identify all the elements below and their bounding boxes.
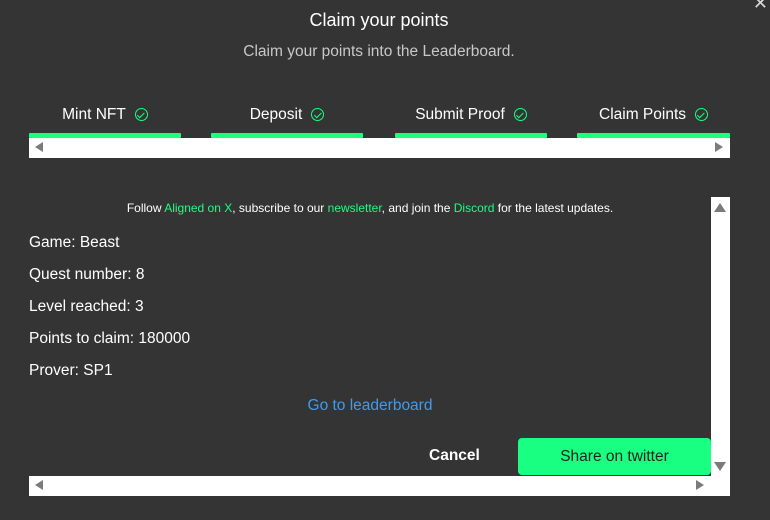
step-label: Mint NFT: [62, 106, 126, 123]
aligned-on-x-link[interactable]: Aligned on X: [164, 201, 232, 215]
content-vertical-scrollbar[interactable]: [711, 197, 730, 476]
scroll-down-icon[interactable]: [714, 462, 726, 471]
scroll-left-icon[interactable]: [35, 480, 43, 490]
share-on-twitter-button[interactable]: Share on twitter: [518, 438, 711, 475]
check-circle-icon: [695, 108, 708, 121]
points-to-claim-info: Points to claim: 180000: [29, 330, 191, 347]
follow-text: for the latest updates.: [494, 201, 614, 215]
game-info: Game: Beast: [29, 234, 120, 251]
step-submit-proof: Submit Proof: [395, 100, 547, 138]
quest-number-info: Quest number: 8: [29, 266, 145, 283]
scroll-left-icon[interactable]: [35, 142, 43, 152]
newsletter-link[interactable]: newsletter: [328, 201, 382, 215]
check-circle-icon: [134, 108, 148, 121]
follow-text: , subscribe to our: [232, 201, 328, 215]
step-label: Claim Points: [599, 106, 686, 123]
go-to-leaderboard-link[interactable]: Go to leaderboard: [0, 397, 740, 415]
dialog-subtitle: Claim your points into the Leaderboard.: [243, 43, 515, 60]
dialog-title: Claim your points: [309, 10, 449, 30]
discord-link[interactable]: Discord: [454, 201, 495, 215]
step-claim-points: Claim Points: [577, 100, 730, 138]
scroll-up-icon[interactable]: [714, 203, 726, 212]
step-label: Submit Proof: [415, 106, 505, 123]
content-horizontal-scrollbar[interactable]: [29, 476, 730, 496]
follow-text: Follow: [126, 201, 165, 215]
step-label: Deposit: [249, 106, 303, 123]
scroll-right-icon[interactable]: [696, 480, 704, 490]
follow-notice: Follow Aligned on X, subscribe to our ne…: [0, 201, 740, 215]
check-circle-icon: [311, 108, 325, 121]
step-mint-nft: Mint NFT: [29, 100, 181, 138]
scroll-right-icon[interactable]: [715, 142, 723, 152]
step-deposit: Deposit: [211, 100, 363, 138]
steps-horizontal-scrollbar[interactable]: [29, 138, 730, 158]
level-reached-info: Level reached: 3: [29, 298, 144, 315]
follow-text: , and join the: [381, 201, 454, 215]
cancel-button[interactable]: Cancel: [429, 447, 480, 465]
prover-info: Prover: SP1: [29, 362, 113, 379]
check-circle-icon: [513, 108, 527, 121]
